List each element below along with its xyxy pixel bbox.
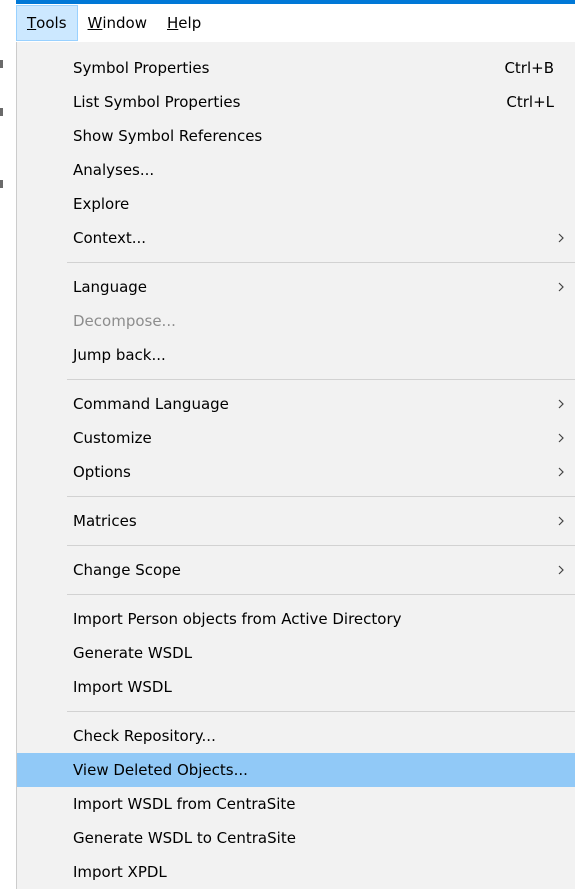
menu-separator bbox=[67, 545, 575, 546]
menu-separator bbox=[67, 496, 575, 497]
menu-item-label: List Symbol Properties bbox=[73, 93, 241, 111]
chevron-right-icon bbox=[558, 467, 564, 477]
edge-mark bbox=[0, 60, 3, 68]
chevron-right-icon bbox=[558, 233, 564, 243]
menu-item-label: Explore bbox=[73, 195, 130, 213]
menu-item-import-wsdl-from-centrasite[interactable]: Import WSDL from CentraSite bbox=[17, 787, 575, 821]
menubar-help[interactable]: Help bbox=[157, 5, 211, 41]
menu-item-symbol-properties[interactable]: Symbol Properties Ctrl+B bbox=[17, 51, 575, 85]
menu-item-list-symbol-properties[interactable]: List Symbol Properties Ctrl+L bbox=[17, 85, 575, 119]
menu-item-jump-back[interactable]: Jump back... bbox=[17, 338, 575, 372]
menu-item-show-symbol-references[interactable]: Show Symbol References bbox=[17, 119, 575, 153]
menu-item-label: Import XPDL bbox=[73, 863, 167, 881]
menu-item-decompose: Decompose... bbox=[17, 304, 575, 338]
menu-item-customize[interactable]: Customize bbox=[17, 421, 575, 455]
tools-dropdown-menu: Symbol Properties Ctrl+B List Symbol Prope… bbox=[16, 42, 575, 889]
menu-item-label: Analyses... bbox=[73, 161, 155, 179]
menu-item-shortcut: Ctrl+L bbox=[506, 93, 554, 111]
menu-item-shortcut: Ctrl+B bbox=[504, 59, 554, 77]
menu-separator bbox=[67, 379, 575, 380]
menu-item-label: Context... bbox=[73, 229, 147, 247]
menu-item-label: Generate WSDL bbox=[73, 644, 193, 662]
menu-item-label: Decompose... bbox=[73, 312, 176, 330]
menu-item-import-wsdl[interactable]: Import WSDL bbox=[17, 670, 575, 704]
chevron-right-icon bbox=[558, 516, 564, 526]
menu-item-generate-wsdl-to-centrasite[interactable]: Generate WSDL to CentraSite bbox=[17, 821, 575, 855]
menu-item-import-person-objects-from-active-directory[interactable]: Import Person objects from Active Direct… bbox=[17, 602, 575, 636]
menu-item-label: Import WSDL from CentraSite bbox=[73, 795, 296, 813]
menubar-label: indow bbox=[102, 14, 148, 32]
chevron-right-icon bbox=[558, 282, 564, 292]
background-window-edge bbox=[0, 0, 16, 889]
menu-item-explore[interactable]: Explore bbox=[17, 187, 575, 221]
menubar-label: elp bbox=[178, 14, 202, 32]
menu-item-label: Jump back... bbox=[73, 346, 166, 364]
menu-separator bbox=[67, 594, 575, 595]
menu-item-label: Matrices bbox=[73, 512, 137, 530]
menubar-mnemonic: T bbox=[27, 14, 37, 32]
edge-mark bbox=[0, 108, 3, 116]
menu-item-context[interactable]: Context... bbox=[17, 221, 575, 255]
menu-item-change-scope[interactable]: Change Scope bbox=[17, 553, 575, 587]
menu-separator bbox=[67, 262, 575, 263]
menubar-mnemonic: H bbox=[167, 14, 179, 32]
chevron-right-icon bbox=[558, 565, 564, 575]
menu-item-matrices[interactable]: Matrices bbox=[17, 504, 575, 538]
menu-item-label: View Deleted Objects... bbox=[73, 761, 248, 779]
menu-item-label: Command Language bbox=[73, 395, 229, 413]
chevron-right-icon bbox=[558, 433, 564, 443]
menu-item-label: Language bbox=[73, 278, 148, 296]
menu-bar: Tools Window Help bbox=[16, 4, 575, 42]
menu-item-label: Generate WSDL to CentraSite bbox=[73, 829, 296, 847]
menu-item-language[interactable]: Language bbox=[17, 270, 575, 304]
menu-item-check-repository[interactable]: Check Repository... bbox=[17, 719, 575, 753]
menu-separator bbox=[67, 711, 575, 712]
menu-item-import-xpdl[interactable]: Import XPDL bbox=[17, 855, 575, 889]
menu-item-command-language[interactable]: Command Language bbox=[17, 387, 575, 421]
menubar-window[interactable]: Window bbox=[78, 5, 158, 41]
menu-item-analyses[interactable]: Analyses... bbox=[17, 153, 575, 187]
menu-item-label: Customize bbox=[73, 429, 152, 447]
menu-item-label: Show Symbol References bbox=[73, 127, 263, 145]
menubar-mnemonic: W bbox=[87, 14, 103, 32]
menu-item-view-deleted-objects[interactable]: View Deleted Objects... bbox=[17, 753, 575, 787]
menu-item-label: Options bbox=[73, 463, 131, 481]
menu-item-label: Import WSDL bbox=[73, 678, 172, 696]
edge-mark bbox=[0, 180, 3, 188]
menu-item-options[interactable]: Options bbox=[17, 455, 575, 489]
menu-item-label: Check Repository... bbox=[73, 727, 216, 745]
chevron-right-icon bbox=[558, 399, 564, 409]
menubar-label: ools bbox=[36, 14, 67, 32]
menu-item-label: Change Scope bbox=[73, 561, 181, 579]
menu-item-label: Import Person objects from Active Direct… bbox=[73, 610, 402, 628]
menu-item-generate-wsdl[interactable]: Generate WSDL bbox=[17, 636, 575, 670]
menu-item-label: Symbol Properties bbox=[73, 59, 210, 77]
menubar-tools[interactable]: Tools bbox=[16, 5, 78, 41]
